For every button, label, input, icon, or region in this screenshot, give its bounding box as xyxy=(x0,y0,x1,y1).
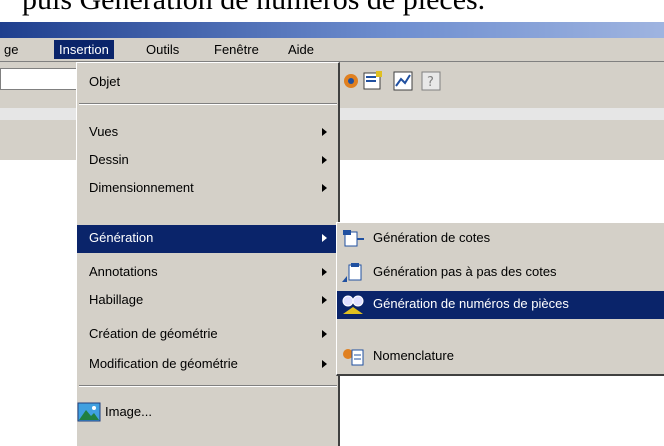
menu-item-vues[interactable]: Vues xyxy=(77,119,339,147)
menubar-item-outils[interactable]: Outils xyxy=(146,42,179,57)
menu-item-label: Vues xyxy=(89,124,119,139)
help-tool-icon[interactable]: ? xyxy=(420,70,442,92)
menu-separator xyxy=(79,385,337,387)
submenu-arrow-icon xyxy=(322,360,327,368)
menu-item-annotations[interactable]: Annotations xyxy=(77,259,339,287)
submenu-item-nomenclature[interactable]: Nomenclature xyxy=(337,343,664,371)
chart-tool-icon[interactable] xyxy=(392,70,414,92)
step-dimension-generation-icon xyxy=(342,263,362,282)
menu-item-image[interactable]: Image... xyxy=(77,399,339,427)
submenu-item-generation-numeros[interactable]: Génération de numéros de pièces xyxy=(337,291,664,319)
dimension-generation-icon xyxy=(343,230,364,247)
menu-item-label: Objet xyxy=(89,74,121,89)
svg-text:?: ? xyxy=(427,75,434,90)
menubar-item-insertion[interactable]: Insertion xyxy=(54,40,114,59)
bill-of-material-icon xyxy=(343,349,364,366)
submenu-item-generation-cotes[interactable]: Génération de cotes xyxy=(337,225,664,253)
submenu-item-label: Génération pas à pas des cotes xyxy=(373,264,557,279)
submenu-item-generation-pas-a-pas[interactable]: Génération pas à pas des cotes xyxy=(337,259,664,287)
submenu-arrow-icon xyxy=(322,330,327,338)
menubar-item-edit[interactable]: ge xyxy=(4,42,18,57)
submenu-arrow-icon xyxy=(322,128,327,136)
menu-item-label: Dessin xyxy=(89,152,129,167)
balloon-generation-icon xyxy=(342,295,364,314)
menu-item-label: Génération xyxy=(89,230,154,245)
menu-item-label: Modification de géométrie xyxy=(89,356,238,371)
menu-item-habillage[interactable]: Habillage xyxy=(77,287,339,315)
submenu-arrow-icon xyxy=(322,268,327,276)
generation-submenu: Génération de cotes Génération pas à pas… xyxy=(336,222,664,376)
submenu-arrow-icon xyxy=(322,234,327,242)
menu-item-generation[interactable]: Génération xyxy=(77,225,339,253)
menu-item-label: Création de géométrie xyxy=(89,326,218,341)
menu-item-creation-geometrie[interactable]: Création de géométrie xyxy=(77,321,339,349)
gear-tool-icon[interactable] xyxy=(340,70,362,92)
insertion-menu: Objet Vues Dessin Dimensionnement Généra… xyxy=(76,62,340,446)
submenu-arrow-icon xyxy=(322,296,327,304)
menu-item-label: Image... xyxy=(105,404,152,419)
image-icon xyxy=(77,402,101,422)
menubar-item-aide[interactable]: Aide xyxy=(288,42,314,57)
menu-item-label: Annotations xyxy=(89,264,158,279)
menu-item-dessin[interactable]: Dessin xyxy=(77,147,339,175)
menu-item-label: Habillage xyxy=(89,292,144,307)
menu-item-label: Dimensionnement xyxy=(89,180,194,195)
menubar-item-fenetre[interactable]: Fenêtre xyxy=(214,42,259,57)
submenu-item-label: Génération de numéros de pièces xyxy=(373,296,569,311)
menu-item-modification-geometrie[interactable]: Modification de géométrie xyxy=(77,351,339,379)
submenu-arrow-icon xyxy=(322,156,327,164)
submenu-arrow-icon xyxy=(322,184,327,192)
title-bar xyxy=(0,22,664,38)
properties-icon[interactable] xyxy=(362,70,384,92)
menu-item-objet[interactable]: Objet xyxy=(77,69,339,97)
submenu-item-label: Nomenclature xyxy=(373,348,454,363)
menu-bar: ge Insertion Outils Fenêtre Aide xyxy=(0,38,664,62)
menu-item-dimensionnement[interactable]: Dimensionnement xyxy=(77,175,339,203)
submenu-item-label: Génération de cotes xyxy=(373,230,491,245)
menu-separator xyxy=(79,103,337,105)
